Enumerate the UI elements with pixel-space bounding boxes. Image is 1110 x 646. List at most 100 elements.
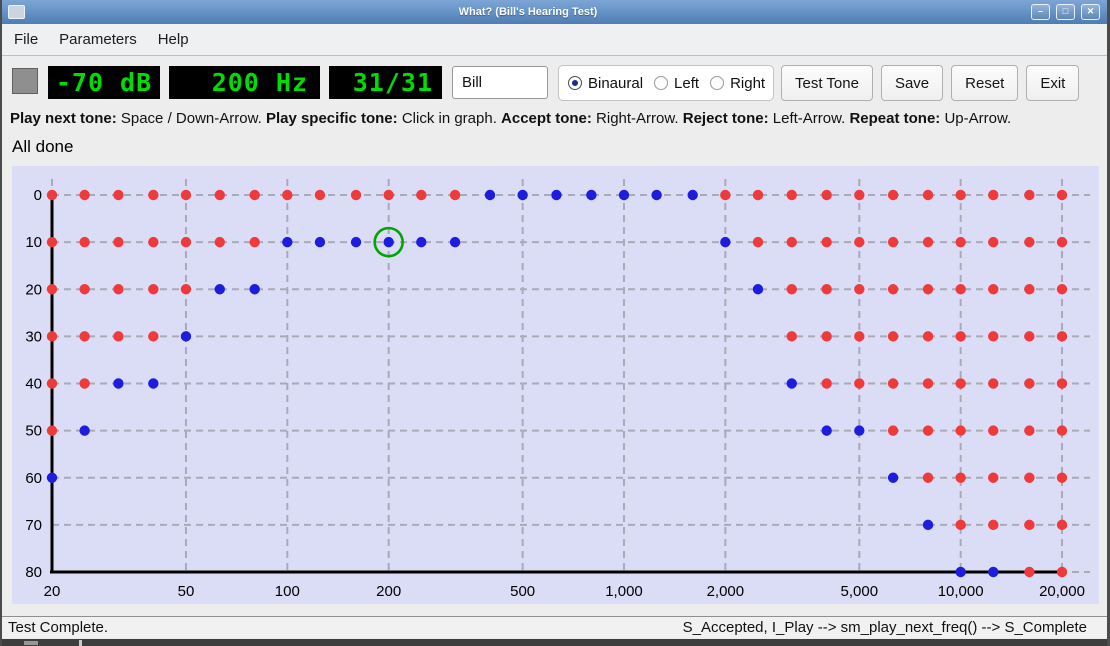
tone-dot-rejected[interactable]	[888, 237, 898, 247]
tone-dot-rejected[interactable]	[988, 284, 998, 294]
tone-dot-rejected[interactable]	[351, 190, 361, 200]
menu-item-parameters[interactable]: Parameters	[59, 31, 137, 48]
name-input[interactable]	[452, 66, 548, 99]
tone-dot-rejected[interactable]	[988, 190, 998, 200]
tone-dot-rejected[interactable]	[148, 190, 158, 200]
tone-dot-accepted[interactable]	[181, 331, 191, 341]
tone-dot-rejected[interactable]	[821, 190, 831, 200]
tone-dot-rejected[interactable]	[787, 284, 797, 294]
tone-dot-rejected[interactable]	[249, 190, 259, 200]
tone-dot-accepted[interactable]	[517, 190, 527, 200]
tone-dot-rejected[interactable]	[955, 425, 965, 435]
tone-dot-rejected[interactable]	[1057, 473, 1067, 483]
tone-dot-rejected[interactable]	[113, 284, 123, 294]
tone-dot-accepted[interactable]	[79, 425, 89, 435]
tone-dot-rejected[interactable]	[450, 190, 460, 200]
tone-dot-rejected[interactable]	[1057, 520, 1067, 530]
tone-dot-accepted[interactable]	[551, 190, 561, 200]
tone-dot-accepted[interactable]	[113, 378, 123, 388]
tone-dot-rejected[interactable]	[1024, 567, 1034, 577]
tone-dot-rejected[interactable]	[1057, 237, 1067, 247]
tone-dot-rejected[interactable]	[923, 425, 933, 435]
save-button[interactable]: Save	[881, 65, 943, 101]
tone-dot-rejected[interactable]	[1024, 425, 1034, 435]
tone-dot-rejected[interactable]	[1024, 190, 1034, 200]
tone-dot-rejected[interactable]	[181, 237, 191, 247]
tone-dot-rejected[interactable]	[1024, 284, 1034, 294]
tone-dot-rejected[interactable]	[923, 237, 933, 247]
tone-dot-rejected[interactable]	[787, 331, 797, 341]
tone-dot-rejected[interactable]	[955, 520, 965, 530]
tone-dot-rejected[interactable]	[888, 190, 898, 200]
tone-dot-rejected[interactable]	[821, 284, 831, 294]
tone-dot-rejected[interactable]	[1057, 284, 1067, 294]
tone-dot-rejected[interactable]	[923, 284, 933, 294]
tone-dot-rejected[interactable]	[753, 190, 763, 200]
tone-dot-accepted[interactable]	[651, 190, 661, 200]
tone-dot-accepted[interactable]	[753, 284, 763, 294]
menu-item-help[interactable]: Help	[158, 31, 189, 48]
tone-dot-accepted[interactable]	[450, 237, 460, 247]
tone-dot-accepted[interactable]	[720, 237, 730, 247]
tone-dot-rejected[interactable]	[923, 378, 933, 388]
tone-dot-rejected[interactable]	[821, 378, 831, 388]
tone-dot-rejected[interactable]	[854, 284, 864, 294]
tone-dot-rejected[interactable]	[47, 284, 57, 294]
tone-dot-rejected[interactable]	[888, 378, 898, 388]
menu-item-file[interactable]: File	[14, 31, 38, 48]
tone-dot-rejected[interactable]	[113, 331, 123, 341]
tone-dot-rejected[interactable]	[249, 237, 259, 247]
minimize-button[interactable]: –	[1031, 4, 1050, 20]
tone-dot-rejected[interactable]	[888, 331, 898, 341]
tone-dot-accepted[interactable]	[619, 190, 629, 200]
tone-dot-rejected[interactable]	[821, 331, 831, 341]
tone-dot-accepted[interactable]	[923, 520, 933, 530]
tone-dot-rejected[interactable]	[988, 473, 998, 483]
tone-dot-accepted[interactable]	[586, 190, 596, 200]
tone-dot-rejected[interactable]	[79, 284, 89, 294]
tone-dot-rejected[interactable]	[1057, 567, 1067, 577]
tone-dot-rejected[interactable]	[282, 190, 292, 200]
tone-dot-rejected[interactable]	[923, 190, 933, 200]
tone-dot-rejected[interactable]	[988, 425, 998, 435]
audiogram-chart[interactable]: 0102030405060708020501002005001,0002,000…	[12, 166, 1099, 604]
radio-circle-left[interactable]	[654, 76, 668, 90]
tone-dot-rejected[interactable]	[720, 190, 730, 200]
tone-dot-rejected[interactable]	[47, 425, 57, 435]
tone-dot-accepted[interactable]	[282, 237, 292, 247]
close-button[interactable]: ✕	[1081, 4, 1100, 20]
tone-dot-rejected[interactable]	[821, 237, 831, 247]
tone-dot-rejected[interactable]	[79, 190, 89, 200]
tone-dot-accepted[interactable]	[688, 190, 698, 200]
tone-dot-accepted[interactable]	[416, 237, 426, 247]
tone-dot-rejected[interactable]	[1024, 331, 1034, 341]
tone-dot-accepted[interactable]	[215, 284, 225, 294]
tone-dot-rejected[interactable]	[955, 473, 965, 483]
tone-dot-rejected[interactable]	[854, 190, 864, 200]
radio-circle-right[interactable]	[710, 76, 724, 90]
tone-dot-rejected[interactable]	[47, 190, 57, 200]
tone-dot-rejected[interactable]	[113, 237, 123, 247]
radio-circle-binaural[interactable]	[568, 76, 582, 90]
tone-dot-accepted[interactable]	[821, 425, 831, 435]
maximize-button[interactable]: □	[1056, 4, 1075, 20]
tone-dot-rejected[interactable]	[988, 378, 998, 388]
tone-dot-rejected[interactable]	[181, 284, 191, 294]
tone-dot-accepted[interactable]	[351, 237, 361, 247]
title-bar[interactable]: What? (Bill's Hearing Test) –□✕	[2, 0, 1107, 25]
tone-dot-rejected[interactable]	[148, 237, 158, 247]
tone-dot-rejected[interactable]	[215, 190, 225, 200]
tone-dot-rejected[interactable]	[47, 331, 57, 341]
tone-dot-rejected[interactable]	[113, 190, 123, 200]
tone-dot-rejected[interactable]	[79, 331, 89, 341]
tone-dot-accepted[interactable]	[383, 237, 393, 247]
tone-dot-rejected[interactable]	[923, 473, 933, 483]
tone-dot-rejected[interactable]	[888, 284, 898, 294]
tone-dot-rejected[interactable]	[955, 378, 965, 388]
radio-right[interactable]: Right	[710, 75, 765, 92]
tone-dot-rejected[interactable]	[47, 378, 57, 388]
tone-dot-rejected[interactable]	[854, 378, 864, 388]
tone-dot-rejected[interactable]	[854, 237, 864, 247]
tone-dot-rejected[interactable]	[315, 190, 325, 200]
tone-dot-rejected[interactable]	[955, 331, 965, 341]
